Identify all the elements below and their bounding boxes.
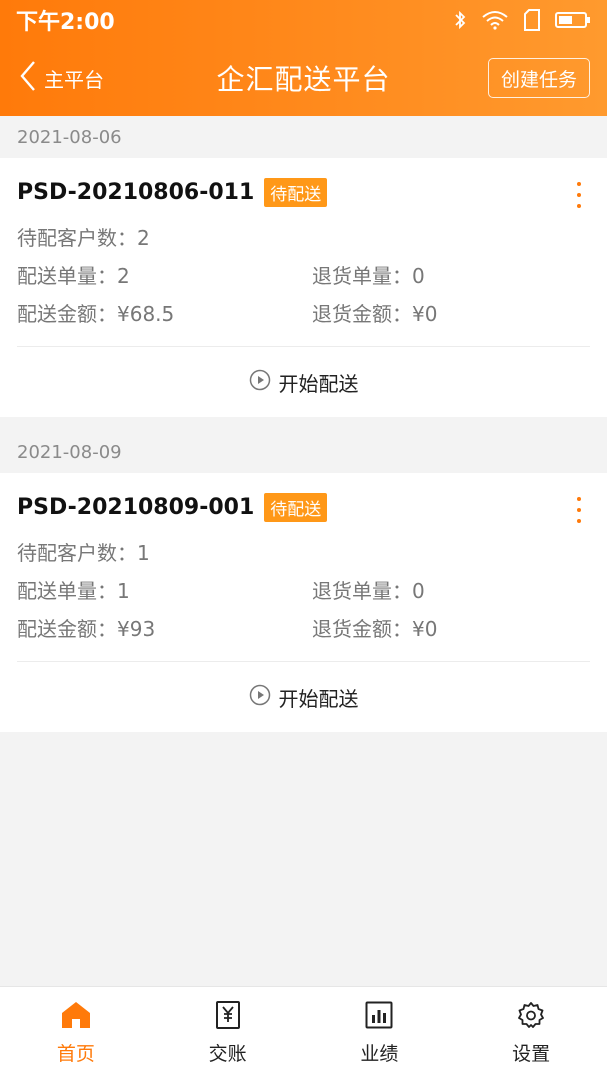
tab-label: 设置 bbox=[512, 1043, 551, 1065]
top-header: 下午2:00 主平台 企汇配送平台 创建任务 bbox=[0, 0, 607, 116]
battery-icon bbox=[555, 10, 591, 30]
yuan-receipt-icon bbox=[215, 1001, 241, 1033]
return-amount: 退货金额：¥0 bbox=[312, 302, 438, 326]
status-time: 下午2:00 bbox=[16, 10, 115, 35]
date-header: 2021-08-06 bbox=[17, 126, 122, 148]
tab-performance[interactable]: 业绩 bbox=[304, 987, 456, 1080]
create-task-button[interactable]: 创建任务 bbox=[488, 58, 590, 98]
start-delivery-button[interactable]: 开始配送 bbox=[0, 347, 607, 417]
tab-home[interactable]: 首页 bbox=[0, 987, 152, 1080]
delivery-quantity: 配送单量：2 bbox=[17, 264, 130, 288]
order-card: PSD-20210806-011 待配送 待配客户数：2 配送单量：2 退货单量… bbox=[0, 158, 607, 417]
pending-customers: 待配客户数：1 bbox=[17, 541, 150, 565]
home-icon bbox=[61, 1001, 91, 1033]
delivery-amount: 配送金额：¥93 bbox=[17, 617, 156, 641]
nav-bar: 主平台 企汇配送平台 创建任务 bbox=[0, 40, 607, 116]
return-quantity: 退货单量：0 bbox=[312, 264, 425, 288]
order-title-row: PSD-20210809-001 待配送 bbox=[17, 493, 328, 522]
order-card: PSD-20210809-001 待配送 待配客户数：1 配送单量：1 退货单量… bbox=[0, 473, 607, 732]
start-delivery-label: 开始配送 bbox=[278, 371, 359, 396]
order-title-row: PSD-20210806-011 待配送 bbox=[17, 178, 328, 207]
bluetooth-icon bbox=[453, 10, 467, 30]
more-options-icon[interactable] bbox=[571, 497, 587, 523]
play-circle-icon bbox=[249, 684, 271, 710]
order-number: PSD-20210806-011 bbox=[17, 180, 255, 205]
order-number: PSD-20210809-001 bbox=[17, 495, 255, 520]
status-bar: 下午2:00 bbox=[0, 0, 607, 40]
back-label: 主平台 bbox=[44, 67, 104, 92]
wifi-icon bbox=[481, 10, 509, 30]
status-badge: 待配送 bbox=[264, 493, 328, 522]
tab-settlement[interactable]: 交账 bbox=[152, 987, 304, 1080]
delivery-quantity: 配送单量：1 bbox=[17, 579, 130, 603]
delivery-amount: 配送金额：¥68.5 bbox=[17, 302, 175, 326]
gear-icon bbox=[517, 1001, 545, 1033]
tab-settings[interactable]: 设置 bbox=[455, 987, 607, 1080]
chevron-left-icon bbox=[20, 60, 36, 96]
start-delivery-label: 开始配送 bbox=[278, 686, 359, 711]
sim-card-icon bbox=[523, 9, 541, 31]
status-icons bbox=[453, 9, 591, 31]
return-amount: 退货金额：¥0 bbox=[312, 617, 438, 641]
pending-customers: 待配客户数：2 bbox=[17, 226, 150, 250]
bar-chart-icon bbox=[365, 1001, 393, 1033]
play-circle-icon bbox=[249, 369, 271, 395]
date-header: 2021-08-09 bbox=[17, 441, 122, 463]
bottom-tab-bar: 首页 交账 业绩 设置 bbox=[0, 986, 607, 1080]
tab-label: 交账 bbox=[208, 1043, 247, 1065]
status-badge: 待配送 bbox=[264, 178, 328, 207]
tab-label: 首页 bbox=[56, 1043, 95, 1065]
tab-label: 业绩 bbox=[360, 1043, 399, 1065]
back-button[interactable]: 主平台 bbox=[20, 60, 104, 96]
more-options-icon[interactable] bbox=[571, 182, 587, 208]
return-quantity: 退货单量：0 bbox=[312, 579, 425, 603]
start-delivery-button[interactable]: 开始配送 bbox=[0, 662, 607, 732]
